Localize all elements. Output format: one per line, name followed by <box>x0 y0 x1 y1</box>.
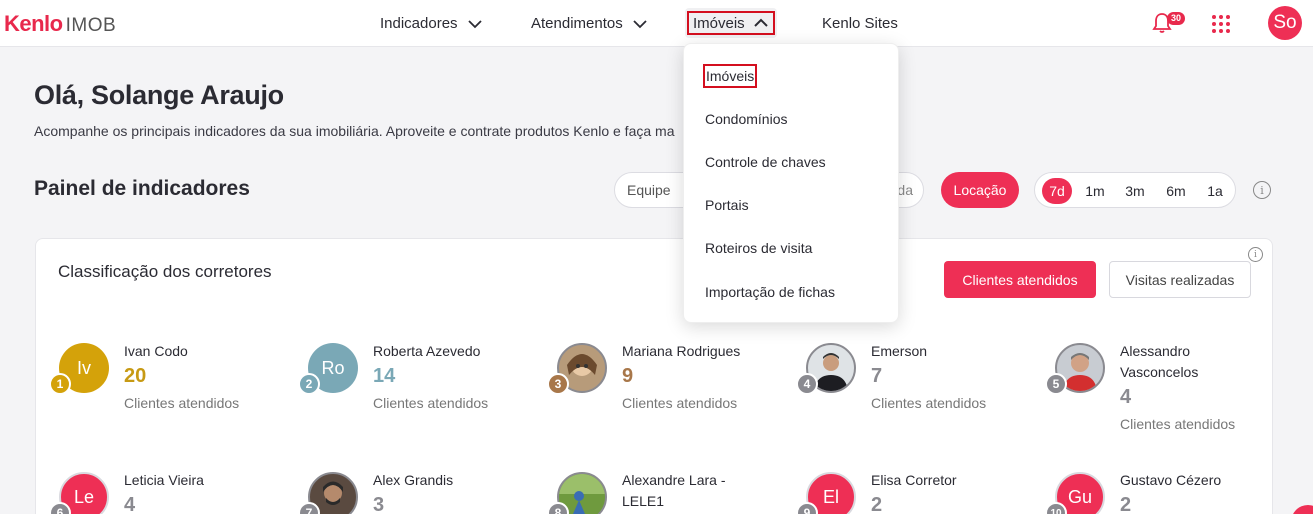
imoveis-dropdown-menu: Imóveis Condomínios Controle de chaves P… <box>683 43 899 323</box>
broker-name: Ivan Codo <box>124 343 188 359</box>
rank-badge: 5 <box>1045 373 1067 395</box>
broker-name: Emerson <box>871 343 928 359</box>
period-3m[interactable]: 3m <box>1123 178 1147 204</box>
rank-badge: 2 <box>298 373 320 395</box>
notification-badge: 30 <box>1167 12 1186 25</box>
period-1a[interactable]: 1a <box>1206 178 1224 204</box>
nav-kenlo-sites-label: Kenlo Sites <box>822 15 898 32</box>
greeting-title: Olá, Solange Araujo <box>34 80 284 110</box>
chevron-down-icon <box>467 19 482 28</box>
segment-locacao-button[interactable]: Locação <box>941 172 1019 208</box>
broker-count-unit: Clientes atendidos <box>622 395 738 411</box>
nav-kenlo-sites[interactable]: Kenlo Sites <box>822 0 898 47</box>
broker-count: 20 <box>124 365 147 387</box>
broker-name: Alexandre Lara - LELE1 <box>622 472 726 509</box>
panel-title: Painel de indicadores <box>34 177 250 200</box>
apps-grid-icon[interactable] <box>1212 15 1230 33</box>
broker-count: 7 <box>871 365 883 387</box>
period-6m[interactable]: 6m <box>1164 178 1188 204</box>
nav-imoveis-label: Imóveis <box>693 14 745 32</box>
menu-item-importacao-de-fichas[interactable]: Importação de fichas <box>705 284 835 300</box>
broker-name: Alex Grandis <box>373 472 454 488</box>
user-avatar[interactable]: So <box>1268 6 1302 40</box>
broker-name: Gustavo Cézero <box>1120 472 1222 488</box>
broker-name: Mariana Rodrigues <box>622 343 741 359</box>
rank-badge: 1 <box>49 373 71 395</box>
broker-count-unit: Clientes atendidos <box>373 395 489 411</box>
chevron-up-icon <box>753 18 768 27</box>
segment-option-partial[interactable]: da <box>897 182 913 198</box>
kenlo-logo[interactable]: Kenlo IMOB <box>4 11 116 37</box>
period-1m[interactable]: 1m <box>1085 178 1105 204</box>
logo-brand: Kenlo <box>4 11 63 36</box>
broker-count: 3 <box>373 494 385 514</box>
menu-item-controle-de-chaves[interactable]: Controle de chaves <box>705 154 826 170</box>
visitas-realizadas-button[interactable]: Visitas realizadas <box>1109 261 1251 298</box>
nav-indicadores-label: Indicadores <box>380 15 458 32</box>
broker-name: Leticia Vieira <box>124 472 204 488</box>
nav-indicadores[interactable]: Indicadores <box>380 0 483 47</box>
info-icon[interactable]: i <box>1248 247 1263 262</box>
nav-imoveis[interactable]: Imóveis <box>685 8 777 38</box>
floating-action-button[interactable] <box>1291 505 1313 514</box>
rank-badge: 3 <box>547 373 569 395</box>
top-bar: Kenlo IMOB Indicadores Atendimentos Imóv… <box>0 0 1313 47</box>
card-title: Classificação dos corretores <box>58 262 272 281</box>
info-icon[interactable]: i <box>1253 181 1271 199</box>
period-7d[interactable]: 7d <box>1042 178 1072 204</box>
menu-item-imoveis[interactable]: Imóveis <box>703 64 758 88</box>
clientes-atendidos-button[interactable]: Clientes atendidos <box>944 261 1096 298</box>
greeting-subtitle: Acompanhe os principais indicadores da s… <box>34 123 675 139</box>
menu-item-roteiros-de-visita[interactable]: Roteiros de visita <box>705 240 812 256</box>
broker-count-unit: Clientes atendidos <box>1120 416 1236 432</box>
team-filter-label: Equipe <box>627 182 671 198</box>
menu-item-condominios[interactable]: Condomínios <box>705 111 788 127</box>
nav-imoveis-highlight: Imóveis <box>687 11 775 35</box>
menu-item-portais[interactable]: Portais <box>705 197 749 213</box>
broker-count: 2 <box>871 494 883 514</box>
broker-count: 14 <box>373 365 396 387</box>
logo-product: IMOB <box>65 15 117 36</box>
nav-atendimentos[interactable]: Atendimentos <box>531 0 648 47</box>
broker-count: 2 <box>1120 494 1132 514</box>
broker-count-unit: Clientes atendidos <box>124 395 240 411</box>
period-selector: 7d 1m 3m 6m 1a <box>1034 172 1236 208</box>
nav-atendimentos-label: Atendimentos <box>531 15 623 32</box>
broker-count: 4 <box>124 494 136 514</box>
broker-name: Elisa Corretor <box>871 472 957 488</box>
broker-count-unit: Clientes atendidos <box>871 395 987 411</box>
broker-name: Alessandro Vasconcelos <box>1120 343 1199 380</box>
chevron-down-icon <box>633 19 647 28</box>
broker-count: 4 <box>1120 386 1132 408</box>
broker-ranking-card: Classificação dos corretores i Clientes … <box>35 238 1273 514</box>
rank-badge: 4 <box>796 373 818 395</box>
broker-count: 9 <box>622 365 634 387</box>
broker-name: Roberta Azevedo <box>373 343 481 359</box>
